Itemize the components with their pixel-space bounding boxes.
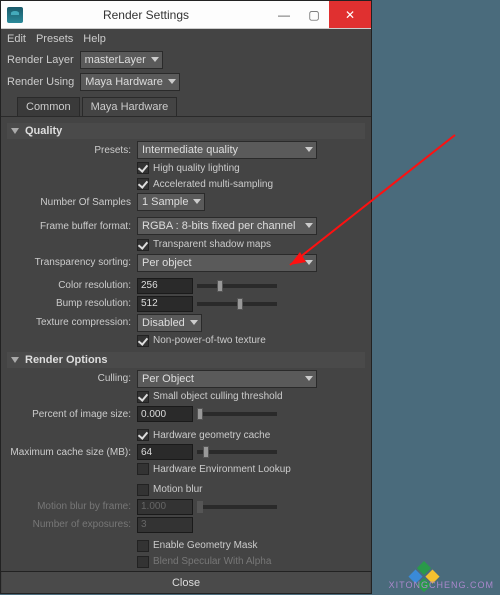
bump-resolution-input[interactable]: 512 xyxy=(137,296,193,312)
menu-help[interactable]: Help xyxy=(83,33,106,45)
color-resolution-label: Color resolution: xyxy=(7,280,137,291)
percent-image-size-slider[interactable] xyxy=(197,412,277,416)
num-samples-value: 1 Sample xyxy=(142,196,188,208)
presets-value: Intermediate quality xyxy=(142,144,238,156)
max-cache-size-label: Maximum cache size (MB): xyxy=(7,447,137,458)
num-samples-dropdown[interactable]: 1 Sample xyxy=(137,193,205,211)
high-quality-lighting-label: High quality lighting xyxy=(153,163,240,174)
num-samples-label: Number Of Samples xyxy=(7,197,137,208)
texture-compression-label: Texture compression: xyxy=(7,317,137,328)
transparency-sorting-label: Transparency sorting: xyxy=(7,257,137,268)
settings-content: Quality Presets: Intermediate quality Hi… xyxy=(1,117,371,571)
watermark-text: XITONGCHENG.COM xyxy=(389,580,494,590)
motion-blur-label: Motion blur xyxy=(153,484,202,495)
bump-resolution-slider[interactable] xyxy=(197,302,277,306)
color-resolution-input[interactable]: 256 xyxy=(137,278,193,294)
culling-value: Per Object xyxy=(142,373,194,385)
section-render-options-header[interactable]: Render Options xyxy=(7,352,365,368)
minimize-button[interactable]: — xyxy=(269,1,299,28)
color-resolution-slider[interactable] xyxy=(197,284,277,288)
section-quality-title: Quality xyxy=(25,125,62,137)
number-of-exposures-label: Number of exposures: xyxy=(7,519,137,530)
motion-blur-by-frame-slider xyxy=(197,505,277,509)
render-using-row: Render Using Maya Hardware xyxy=(1,71,371,93)
frame-buffer-format-dropdown[interactable]: RGBA : 8-bits fixed per channel xyxy=(137,217,317,235)
high-quality-lighting-checkbox[interactable] xyxy=(137,162,149,174)
npot-checkbox[interactable] xyxy=(137,335,149,347)
render-using-label: Render Using xyxy=(7,76,74,88)
accelerated-multisampling-checkbox[interactable] xyxy=(137,178,149,190)
max-cache-size-slider[interactable] xyxy=(197,450,277,454)
presets-label: Presets: xyxy=(7,145,137,156)
menubar: Edit Presets Help xyxy=(1,29,371,49)
render-settings-window: Render Settings — ▢ ✕ Edit Presets Help … xyxy=(0,0,372,594)
tab-common[interactable]: Common xyxy=(17,97,80,116)
transparency-sorting-dropdown[interactable]: Per object xyxy=(137,254,317,272)
close-window-button[interactable]: ✕ xyxy=(329,1,371,28)
maximize-button[interactable]: ▢ xyxy=(299,1,329,28)
tab-row: Common Maya Hardware xyxy=(1,97,371,117)
transparent-shadow-maps-label: Transparent shadow maps xyxy=(153,239,271,250)
small-object-culling-checkbox[interactable] xyxy=(137,391,149,403)
culling-label: Culling: xyxy=(7,373,137,384)
chevron-down-icon xyxy=(305,147,313,152)
render-layer-label: Render Layer xyxy=(7,54,74,66)
max-cache-size-input[interactable]: 64 xyxy=(137,444,193,460)
chevron-down-icon xyxy=(190,320,198,325)
menu-edit[interactable]: Edit xyxy=(7,33,26,45)
motion-blur-by-frame-input: 1.000 xyxy=(137,499,193,515)
render-using-value: Maya Hardware xyxy=(85,76,163,88)
blend-specular-alpha-label: Blend Specular With Alpha xyxy=(153,556,271,567)
blend-specular-alpha-checkbox[interactable] xyxy=(137,556,149,568)
texture-compression-dropdown[interactable]: Disabled xyxy=(137,314,202,332)
render-layer-value: masterLayer xyxy=(85,54,146,66)
hardware-env-lookup-label: Hardware Environment Lookup xyxy=(153,464,291,475)
texture-compression-value: Disabled xyxy=(142,317,185,329)
titlebar[interactable]: Render Settings — ▢ ✕ xyxy=(1,1,371,29)
small-object-culling-label: Small object culling threshold xyxy=(153,391,283,402)
transparent-shadow-maps-checkbox[interactable] xyxy=(137,239,149,251)
render-using-dropdown[interactable]: Maya Hardware xyxy=(80,73,180,91)
collapse-icon xyxy=(11,357,19,363)
chevron-down-icon xyxy=(305,376,313,381)
enable-geometry-mask-label: Enable Geometry Mask xyxy=(153,540,258,551)
footer: Close xyxy=(1,571,371,593)
section-render-options-title: Render Options xyxy=(25,354,108,366)
chevron-down-icon xyxy=(305,223,313,228)
chevron-down-icon xyxy=(151,57,159,62)
percent-image-size-input[interactable]: 0.000 xyxy=(137,406,193,422)
number-of-exposures-input: 3 xyxy=(137,517,193,533)
frame-buffer-format-value: RGBA : 8-bits fixed per channel xyxy=(142,220,295,232)
tab-maya-hardware[interactable]: Maya Hardware xyxy=(82,97,178,116)
chevron-down-icon xyxy=(193,199,201,204)
motion-blur-checkbox[interactable] xyxy=(137,484,149,496)
render-layer-row: Render Layer masterLayer xyxy=(1,49,371,71)
section-quality-header[interactable]: Quality xyxy=(7,123,365,139)
frame-buffer-format-label: Frame buffer format: xyxy=(7,221,137,232)
hardware-geometry-cache-label: Hardware geometry cache xyxy=(153,430,270,441)
render-layer-dropdown[interactable]: masterLayer xyxy=(80,51,163,69)
hardware-geometry-cache-checkbox[interactable] xyxy=(137,429,149,441)
menu-presets[interactable]: Presets xyxy=(36,33,73,45)
app-icon xyxy=(7,7,23,23)
motion-blur-by-frame-label: Motion blur by frame: xyxy=(7,501,137,512)
presets-dropdown[interactable]: Intermediate quality xyxy=(137,141,317,159)
hardware-env-lookup-checkbox[interactable] xyxy=(137,463,149,475)
culling-dropdown[interactable]: Per Object xyxy=(137,370,317,388)
collapse-icon xyxy=(11,128,19,134)
percent-image-size-label: Percent of image size: xyxy=(7,409,137,420)
chevron-down-icon xyxy=(168,79,176,84)
close-button[interactable]: Close xyxy=(2,572,370,593)
chevron-down-icon xyxy=(305,260,313,265)
accelerated-multisampling-label: Accelerated multi-sampling xyxy=(153,179,273,190)
npot-label: Non-power-of-two texture xyxy=(153,335,266,346)
window-title: Render Settings xyxy=(23,8,269,22)
bump-resolution-label: Bump resolution: xyxy=(7,298,137,309)
transparency-sorting-value: Per object xyxy=(142,257,192,269)
enable-geometry-mask-checkbox[interactable] xyxy=(137,540,149,552)
window-controls: — ▢ ✕ xyxy=(269,1,371,28)
